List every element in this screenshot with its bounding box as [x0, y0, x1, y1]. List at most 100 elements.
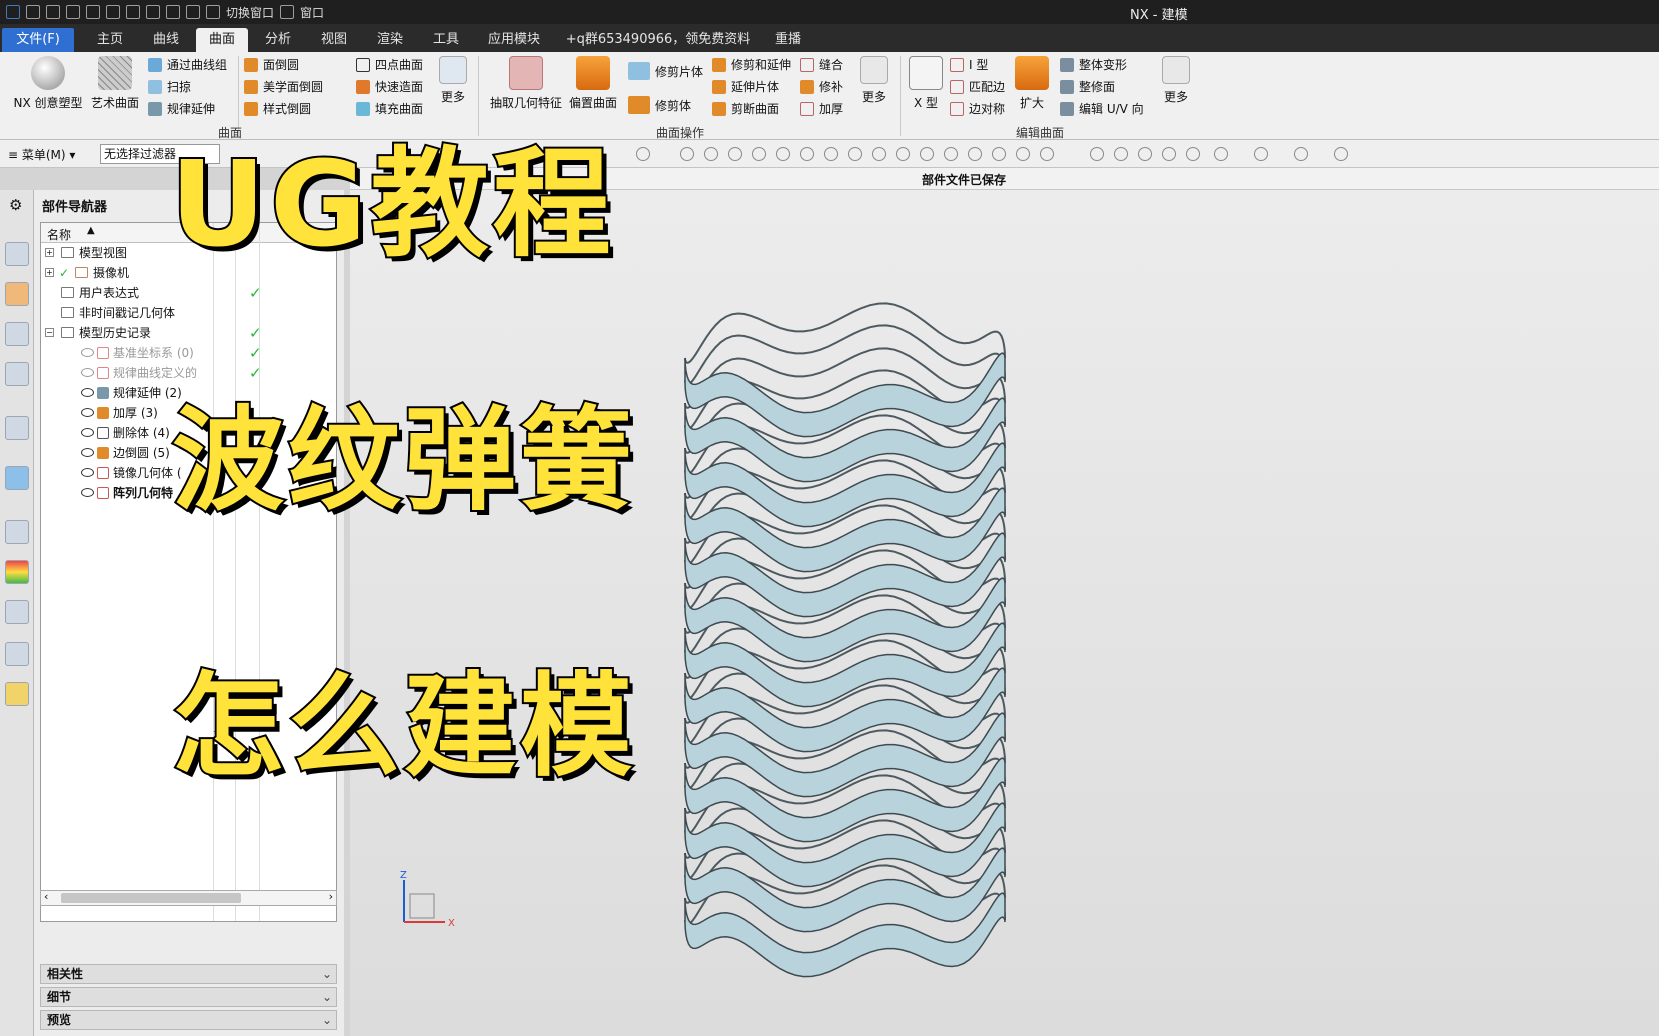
tab-promo[interactable]: +q群653490966，领免费资料 [560, 28, 756, 52]
extract-geometry-button[interactable]: 抽取几何特征 [486, 56, 566, 111]
copy-icon[interactable] [106, 5, 120, 19]
eye-icon[interactable] [81, 488, 94, 497]
circle-icon[interactable] [896, 147, 910, 161]
sort-asc-icon[interactable]: ▲ [87, 225, 95, 236]
line-icon[interactable] [776, 147, 790, 161]
through-curve-mesh-button[interactable]: 通过曲线组 [148, 56, 227, 73]
tab-view[interactable]: 视图 [308, 28, 360, 52]
layer-icon[interactable] [1334, 147, 1348, 161]
eye-icon[interactable] [81, 468, 94, 477]
hidden-eye-icon[interactable] [81, 368, 94, 377]
more-button-1[interactable]: 更多 [432, 56, 474, 105]
cube-icon[interactable] [704, 147, 718, 161]
sweep-button[interactable]: 扫掠 [148, 78, 191, 95]
global-shaping-button[interactable]: 整体变形 [1060, 56, 1127, 73]
render-style-icon[interactable] [1186, 147, 1200, 161]
sew-button[interactable]: 缝合 [800, 56, 843, 73]
tab-curve[interactable]: 曲线 [140, 28, 192, 52]
render-style-icon[interactable] [1162, 147, 1176, 161]
tab-replay[interactable]: 重播 [762, 28, 814, 52]
expand-icon[interactable]: + [45, 268, 54, 277]
face-icon[interactable] [992, 147, 1006, 161]
scroll-right-icon[interactable]: › [329, 890, 333, 903]
chevron-down-icon[interactable]: ⌄ [322, 965, 332, 983]
nx-creative-button[interactable]: NX 创意塑型 [10, 56, 86, 111]
save-icon[interactable] [26, 5, 40, 19]
tab-application[interactable]: 应用模块 [478, 28, 550, 52]
save-options-icon[interactable] [166, 5, 180, 19]
scroll-left-icon[interactable]: ‹ [44, 890, 48, 903]
four-point-surface-button[interactable]: 四点曲面 [356, 56, 423, 73]
tree-row-datum-csys[interactable]: 基准坐标系 (0) ✓ [41, 343, 336, 363]
tab-home[interactable]: 主页 [84, 28, 136, 52]
scroll-thumb[interactable] [61, 893, 241, 903]
extend-sheet-button[interactable]: 延伸片体 [712, 78, 779, 95]
cube-icon[interactable] [1294, 147, 1308, 161]
aesthetic-face-blend-button[interactable]: 美学面倒圆 [244, 78, 323, 95]
line-icon[interactable] [968, 147, 982, 161]
refit-face-button[interactable]: 整修面 [1060, 78, 1115, 95]
repeat-command-icon[interactable] [146, 5, 160, 19]
edge-symmetry-button[interactable]: 边对称 [950, 100, 1005, 117]
line-icon[interactable] [752, 147, 766, 161]
tree-row-user-expressions[interactable]: 用户表达式 ✓ [41, 283, 336, 303]
tab-tools[interactable]: 工具 [420, 28, 472, 52]
crosshair-icon[interactable] [920, 147, 934, 161]
trim-sheet-button[interactable]: 修剪片体 [628, 62, 703, 80]
collapse-icon[interactable]: − [45, 328, 54, 337]
curve-icon[interactable] [800, 147, 814, 161]
switch-window-icon[interactable] [206, 5, 220, 19]
palette-icon[interactable] [5, 560, 29, 584]
check-icon[interactable]: ✓ [59, 263, 69, 283]
curve-icon[interactable] [824, 147, 838, 161]
touch-mode-icon[interactable] [186, 5, 200, 19]
chevron-down-icon[interactable]: ⌄ [322, 1011, 332, 1029]
switch-window-button[interactable]: 切换窗口 [226, 4, 274, 21]
history-icon[interactable] [5, 520, 29, 544]
eye-icon[interactable] [81, 388, 94, 397]
undo-icon[interactable] [46, 5, 60, 19]
patch-button[interactable]: 修补 [800, 78, 843, 95]
snap-point-icon[interactable] [636, 147, 650, 161]
view-icon[interactable] [1090, 147, 1104, 161]
face-icon[interactable] [1040, 147, 1054, 161]
part-navigator-icon[interactable] [5, 282, 29, 306]
constraint-navigator-icon[interactable] [5, 322, 29, 346]
trim-body-button[interactable]: 修剪体 [628, 96, 691, 114]
web-browser-icon[interactable] [5, 466, 29, 490]
crosshair-icon[interactable] [728, 147, 742, 161]
arrow-icon[interactable] [872, 147, 886, 161]
cut-icon[interactable] [86, 5, 100, 19]
panel-dependencies[interactable]: 相关性 ⌄ [40, 964, 337, 984]
tab-analysis[interactable]: 分析 [252, 28, 304, 52]
eye-icon[interactable] [81, 448, 94, 457]
tools-icon[interactable] [5, 642, 29, 666]
eye-icon[interactable] [81, 428, 94, 437]
enlarge-button[interactable]: 扩大 [1014, 56, 1050, 111]
more-button-3[interactable]: 更多 [1156, 56, 1196, 105]
trim-and-extend-button[interactable]: 修剪和延伸 [712, 56, 791, 73]
expand-icon[interactable]: + [45, 248, 54, 257]
panel-details[interactable]: 细节 ⌄ [40, 987, 337, 1007]
fit-icon[interactable] [1214, 147, 1228, 161]
paste-icon[interactable] [126, 5, 140, 19]
curve-icon[interactable] [848, 147, 862, 161]
more-button-2[interactable]: 更多 [854, 56, 894, 105]
settings-icon[interactable]: ⚙ [9, 196, 22, 214]
wave-spring-model[interactable] [350, 190, 1659, 1036]
role-icon[interactable] [5, 682, 29, 706]
thicken-button[interactable]: 加厚 [800, 100, 843, 117]
plus-icon[interactable] [944, 147, 958, 161]
assembly-navigator-icon[interactable] [5, 242, 29, 266]
face-icon[interactable] [1016, 147, 1030, 161]
tab-file[interactable]: 文件(F) [2, 28, 74, 52]
window-menu-button[interactable]: 窗口 [300, 4, 324, 21]
cube-icon[interactable] [680, 147, 694, 161]
face-blend-button[interactable]: 面倒圆 [244, 56, 299, 73]
horizontal-scrollbar[interactable]: ‹ › [40, 890, 337, 906]
offset-surface-button[interactable]: 偏置曲面 [566, 56, 620, 111]
eye-icon[interactable] [81, 408, 94, 417]
display-icon[interactable] [1254, 147, 1268, 161]
column-name-header[interactable]: 名称 [47, 226, 71, 243]
x-form-button[interactable]: X 型 [906, 56, 946, 111]
